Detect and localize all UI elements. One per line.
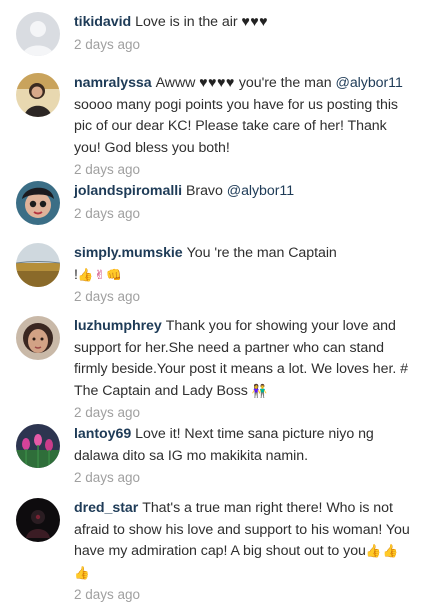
timestamp: 2 days ago — [74, 587, 141, 603]
timestamp: 2 days ago — [74, 405, 141, 421]
timestamp: 2 days ago — [74, 36, 141, 52]
selfie-avatar[interactable] — [16, 181, 60, 225]
username-link[interactable]: lantoy69 — [74, 426, 131, 442]
comment-body: namralyssa Awww ♥♥♥♥ you're the man @alyb… — [74, 73, 415, 159]
timestamp: 2 days ago — [74, 162, 141, 178]
woman-face-avatar[interactable] — [16, 316, 60, 360]
mention-link[interactable]: @alybor11 — [335, 75, 402, 91]
comment-text: Love is in the air — [135, 14, 238, 30]
hearts-emoji: ♥♥♥♥ — [199, 75, 235, 91]
comment-text: You 're the man Captain — [186, 245, 337, 261]
comment-body: tikidavid Love is in the air ♥♥♥ — [74, 12, 415, 34]
flower-field-avatar[interactable] — [16, 243, 60, 287]
comment-body: lantoy69 Love it! Next time sana picture … — [74, 424, 415, 467]
comment-body: simply.mumskie You 're the man Captain !👍… — [74, 243, 415, 286]
comment-text: Awww — [155, 75, 196, 91]
comment-body: luzhumphrey Thank you for showing your lo… — [74, 316, 415, 402]
comment-text: you're the man — [238, 75, 332, 91]
hearts-emoji: ♥♥♥ — [241, 14, 269, 30]
username-link[interactable]: luzhumphrey — [74, 318, 162, 334]
tulips-avatar[interactable] — [16, 424, 60, 468]
default-avatar[interactable] — [16, 12, 60, 56]
comment-list: tikidavid Love is in the air ♥♥♥ 2 days a… — [0, 0, 421, 602]
timestamp: 2 days ago — [74, 289, 141, 305]
timestamp: 2 days ago — [74, 470, 141, 486]
comment-body: jolandspiromalli Bravo @alybor11 — [74, 181, 415, 203]
username-link[interactable]: jolandspiromalli — [74, 183, 182, 199]
comment-text: soooo many pogi points you have for us p… — [74, 96, 398, 156]
username-link[interactable]: simply.mumskie — [74, 245, 183, 261]
mention-link[interactable]: @alybor11 — [227, 183, 294, 199]
comment-body: dred_star That's a true man right there! … — [74, 498, 415, 584]
comment-text: Bravo — [186, 183, 223, 199]
couple-emoji-icon: 👫 — [251, 383, 269, 398]
username-link[interactable]: namralyssa — [74, 75, 152, 91]
woman-portrait-avatar[interactable] — [16, 73, 60, 117]
hand-emoji-icons: 👍✌👊 — [77, 267, 123, 282]
username-link[interactable]: tikidavid — [74, 14, 131, 30]
dark-silhouette-avatar[interactable] — [16, 498, 60, 542]
timestamp: 2 days ago — [74, 205, 141, 221]
username-link[interactable]: dred_star — [74, 500, 138, 516]
